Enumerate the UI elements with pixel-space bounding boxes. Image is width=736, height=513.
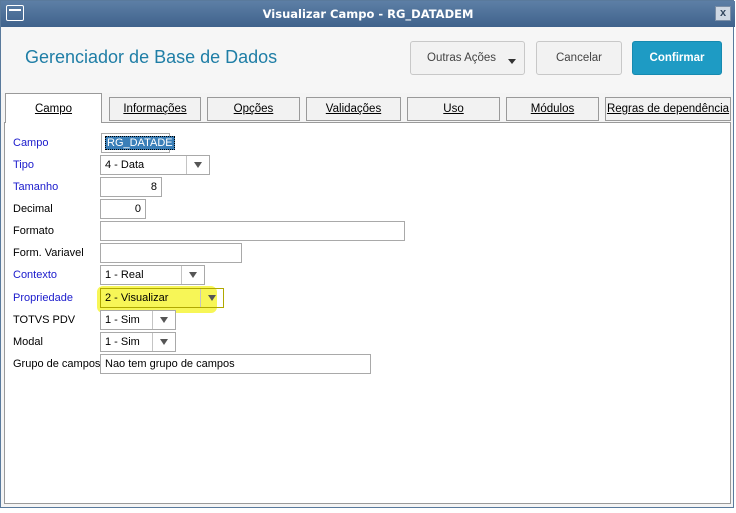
- window-title: Visualizar Campo - RG_DATADEM: [262, 7, 474, 21]
- close-button[interactable]: x: [715, 6, 731, 21]
- chevron-down-icon: [508, 59, 516, 64]
- more-actions-button[interactable]: Outras Ações: [410, 41, 525, 75]
- totvs-pdv-select[interactable]: 1 - Sim: [100, 310, 176, 330]
- tab-bar: Campo Informações Opções Validações Uso …: [1, 93, 733, 123]
- decimal-field[interactable]: 0: [100, 199, 146, 219]
- tab-label: Campo: [34, 103, 73, 115]
- modal-select[interactable]: 1 - Sim: [100, 332, 176, 352]
- dropdown-arrow-icon: [181, 266, 204, 284]
- tipo-value: 4 - Data: [105, 159, 145, 171]
- contexto-value: 1 - Real: [105, 269, 144, 281]
- tab-opcoes[interactable]: Opções: [207, 97, 300, 121]
- propriedade-select[interactable]: 2 - Visualizar: [100, 288, 224, 308]
- tab-label: Opções: [233, 103, 274, 115]
- tab-informacoes[interactable]: Informações: [109, 97, 201, 121]
- tab-validacoes[interactable]: Validações: [306, 97, 401, 121]
- tab-label: Informações: [123, 103, 187, 115]
- dropdown-arrow-icon: [186, 156, 209, 174]
- totvs-pdv-value: 1 - Sim: [105, 314, 140, 326]
- campo-field[interactable]: RG_DATADE: [101, 133, 175, 153]
- form-variavel-field[interactable]: [100, 243, 242, 263]
- propriedade-label: Propriedade: [13, 292, 73, 304]
- totvs-pdv-label: TOTVS PDV: [13, 314, 76, 326]
- tipo-select[interactable]: 4 - Data: [100, 155, 210, 175]
- campo-label: Campo: [13, 137, 49, 149]
- modal-value: 1 - Sim: [105, 336, 140, 348]
- tab-uso[interactable]: Uso: [407, 97, 500, 121]
- form-variavel-label: Form. Variavel: [13, 247, 84, 259]
- formato-label: Formato: [13, 225, 54, 237]
- contexto-label: Contexto: [13, 269, 58, 281]
- contexto-select[interactable]: 1 - Real: [100, 265, 205, 285]
- modal-label: Modal: [13, 336, 43, 348]
- tab-campo[interactable]: Campo: [5, 93, 102, 123]
- tab-label: Regras de dependência: [606, 103, 730, 115]
- formato-field[interactable]: [100, 221, 405, 241]
- header: Gerenciador de Base de Dados Outras Açõe…: [1, 27, 733, 93]
- grupo-campos-label: Grupo de campos: [13, 358, 101, 370]
- tab-modulos[interactable]: Módulos: [506, 97, 599, 121]
- more-actions-label: Outras Ações: [427, 52, 497, 64]
- tamanho-field[interactable]: 8: [100, 177, 162, 197]
- tab-regras-dependencia[interactable]: Regras de dependência: [605, 97, 731, 121]
- tab-label: Validações: [325, 103, 382, 115]
- dropdown-arrow-icon: [200, 289, 223, 307]
- tab-label: Uso: [443, 103, 464, 115]
- tab-label: Módulos: [530, 103, 575, 115]
- tamanho-label: Tamanho: [13, 181, 59, 193]
- confirm-button[interactable]: Confirmar: [632, 41, 722, 75]
- cancel-button[interactable]: Cancelar: [536, 41, 622, 75]
- campo-value: RG_DATADE: [105, 136, 175, 150]
- page-title: Gerenciador de Base de Dados: [25, 47, 278, 67]
- decimal-label: Decimal: [13, 203, 53, 215]
- dropdown-arrow-icon: [152, 333, 175, 351]
- tipo-label: Tipo: [13, 159, 34, 171]
- propriedade-value: 2 - Visualizar: [105, 292, 169, 304]
- grupo-campos-field[interactable]: Nao tem grupo de campos: [100, 354, 371, 374]
- title-bar: Visualizar Campo - RG_DATADEM x: [1, 1, 735, 27]
- dropdown-arrow-icon: [152, 311, 175, 329]
- dialog-window: Visualizar Campo - RG_DATADEM x Gerencia…: [0, 0, 735, 508]
